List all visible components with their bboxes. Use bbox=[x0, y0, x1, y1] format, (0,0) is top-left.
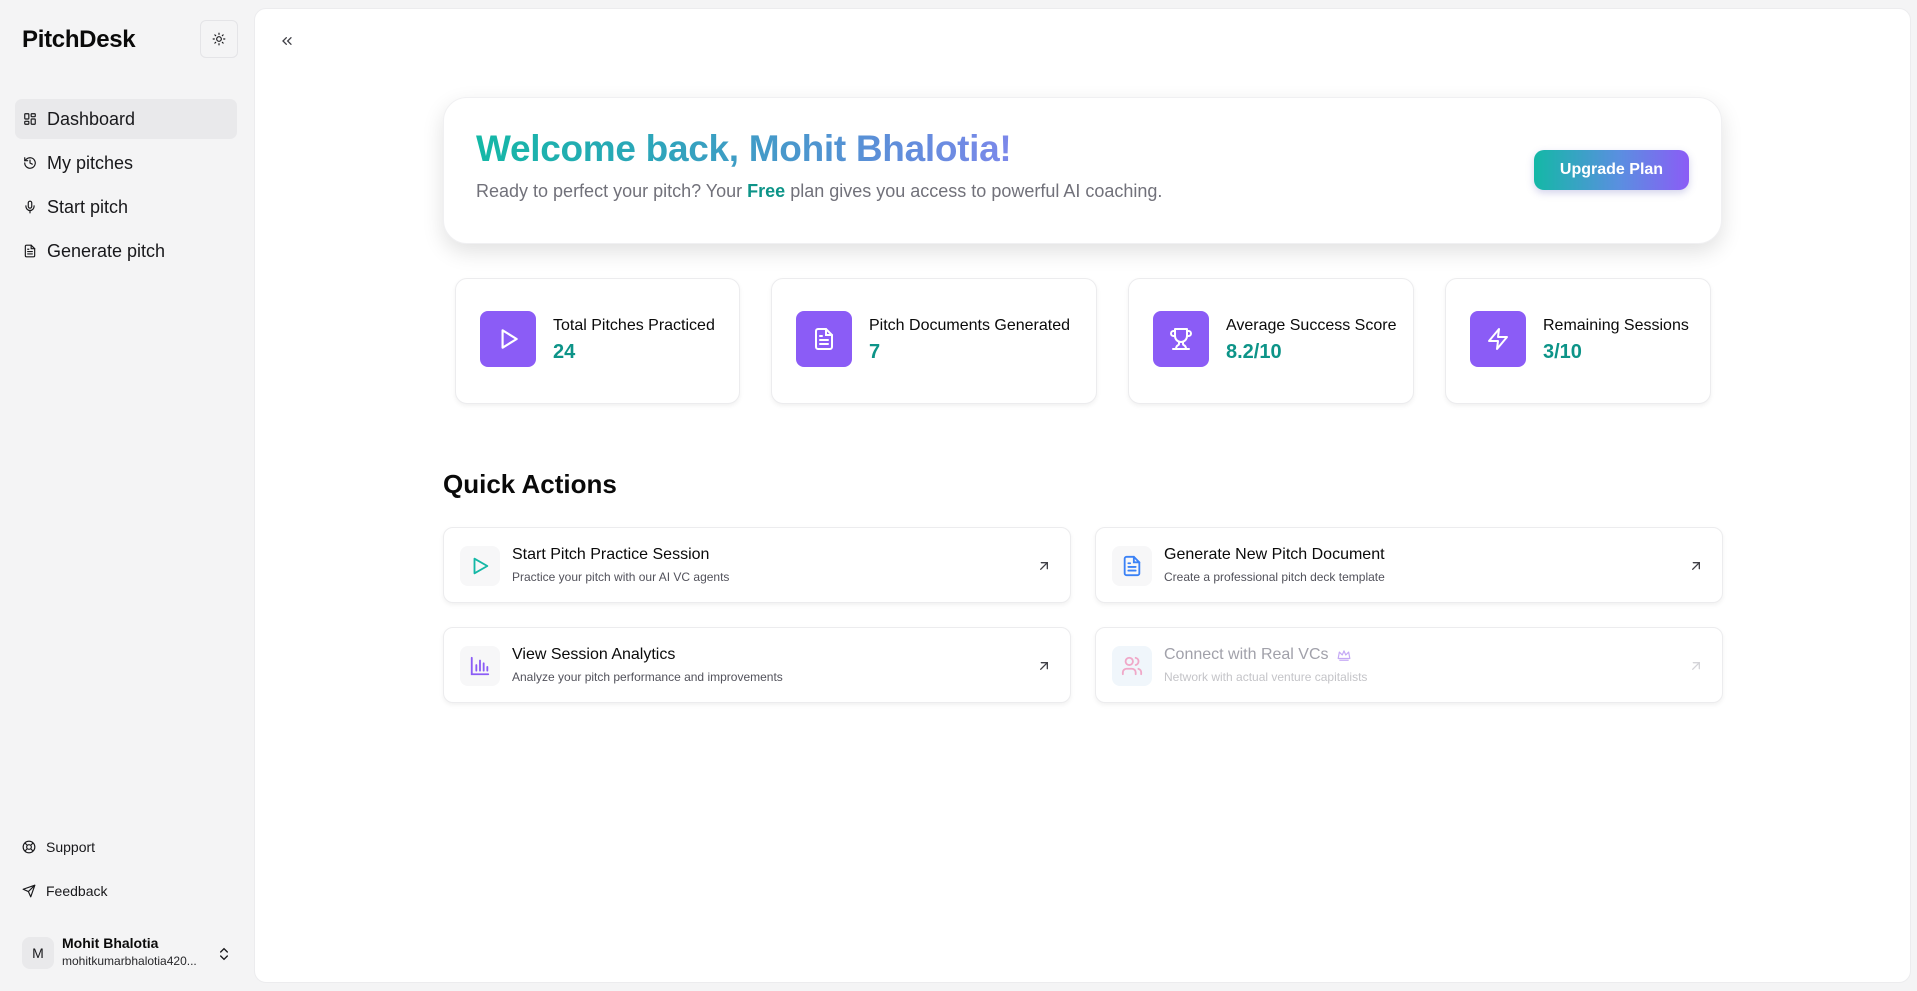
arrow-up-right-icon bbox=[1692, 562, 1700, 570]
sidebar-item-label: Start pitch bbox=[47, 196, 129, 217]
quick-action-desc: Practice your pitch with our AI VC agent… bbox=[512, 570, 730, 584]
history-icon bbox=[22, 155, 38, 171]
users-icon bbox=[1112, 646, 1152, 686]
stat-label: Total Pitches Practiced bbox=[553, 317, 715, 334]
sidebar-item-label: Generate pitch bbox=[47, 240, 166, 261]
avatar: M bbox=[22, 937, 54, 969]
bar-chart-icon bbox=[460, 646, 500, 686]
crown-icon bbox=[1337, 650, 1350, 661]
send-icon bbox=[22, 883, 38, 899]
welcome-subtitle: Ready to perfect your pitch? Your Free p… bbox=[476, 181, 1162, 202]
user-name: Mohit Bhalotia bbox=[62, 935, 159, 951]
arrow-up-right-icon bbox=[1040, 662, 1048, 670]
sun-icon bbox=[212, 32, 226, 46]
zap-icon bbox=[1470, 311, 1526, 367]
stat-value: 3/10 bbox=[1543, 341, 1582, 363]
plan-name: Free bbox=[747, 181, 786, 201]
quick-action-name-text: Connect with Real VCs bbox=[1164, 646, 1329, 663]
user-menu[interactable]: M Mohit Bhalotia mohitkumarbhalotia420..… bbox=[22, 934, 232, 974]
brand-row: PitchDesk bbox=[22, 20, 238, 58]
trophy-icon bbox=[1153, 311, 1209, 367]
quick-action-name: Connect with Real VCs bbox=[1164, 646, 1351, 664]
grid-icon bbox=[22, 111, 38, 127]
quick-action-name: Start Pitch Practice Session bbox=[512, 546, 710, 563]
brand-logo[interactable]: PitchDesk bbox=[22, 26, 136, 54]
welcome-sub-suffix: plan gives you access to powerful AI coa… bbox=[785, 181, 1163, 201]
stat-value: 8.2/10 bbox=[1226, 341, 1282, 363]
arrow-up-right-icon bbox=[1040, 562, 1048, 570]
stat-label: Average Success Score bbox=[1226, 317, 1397, 334]
stat-value: 24 bbox=[553, 341, 576, 363]
document-icon bbox=[22, 243, 38, 259]
sidebar-item-dashboard[interactable]: Dashboard bbox=[15, 99, 237, 139]
quick-action-desc: Network with actual venture capitalists bbox=[1164, 670, 1368, 684]
quick-action-name: View Session Analytics bbox=[512, 646, 676, 663]
quick-action-start-practice[interactable]: Start Pitch Practice Session Practice yo… bbox=[443, 527, 1071, 603]
chevrons-left-icon bbox=[282, 37, 292, 45]
stat-card-documents-generated: Pitch Documents Generated 7 bbox=[771, 278, 1097, 404]
document-icon bbox=[796, 311, 852, 367]
feedback-label: Feedback bbox=[46, 883, 108, 899]
support-link[interactable]: Support bbox=[22, 835, 95, 859]
play-icon bbox=[460, 546, 500, 586]
stat-card-remaining-sessions: Remaining Sessions 3/10 bbox=[1445, 278, 1711, 404]
welcome-title: Welcome back, Mohit Bhalotia! bbox=[476, 128, 1012, 169]
stat-label: Remaining Sessions bbox=[1543, 317, 1689, 334]
upgrade-plan-button[interactable]: Upgrade Plan bbox=[1534, 150, 1689, 190]
sidebar-item-my-pitches[interactable]: My pitches bbox=[15, 143, 237, 183]
sidebar-item-generate-pitch[interactable]: Generate pitch bbox=[15, 231, 237, 271]
play-icon bbox=[480, 311, 536, 367]
quick-action-connect-vcs: Connect with Real VCs Network with actua… bbox=[1095, 627, 1723, 703]
quick-action-generate-document[interactable]: Generate New Pitch Document Create a pro… bbox=[1095, 527, 1723, 603]
sidebar: PitchDesk Dashboard My pitches Start pit… bbox=[0, 0, 252, 991]
sidebar-item-label: Dashboard bbox=[47, 108, 136, 129]
sidebar-item-start-pitch[interactable]: Start pitch bbox=[15, 187, 237, 227]
sidebar-item-label: My pitches bbox=[47, 152, 134, 173]
quick-action-desc: Create a professional pitch deck templat… bbox=[1164, 570, 1385, 584]
arrow-up-right-icon bbox=[1692, 662, 1700, 670]
welcome-card: Welcome back, Mohit Bhalotia! Ready to p… bbox=[443, 97, 1722, 244]
chevrons-up-down-icon bbox=[220, 947, 228, 961]
mic-icon bbox=[22, 199, 38, 215]
stat-card-success-score: Average Success Score 8.2/10 bbox=[1128, 278, 1414, 404]
document-icon bbox=[1112, 546, 1152, 586]
quick-action-desc: Analyze your pitch performance and impro… bbox=[512, 670, 783, 684]
quick-action-name: Generate New Pitch Document bbox=[1164, 546, 1385, 563]
stat-card-pitches-practiced: Total Pitches Practiced 24 bbox=[455, 278, 740, 404]
quick-action-session-analytics[interactable]: View Session Analytics Analyze your pitc… bbox=[443, 627, 1071, 703]
sidebar-nav: Dashboard My pitches Start pitch Generat… bbox=[15, 99, 237, 275]
collapse-sidebar-button[interactable] bbox=[275, 29, 299, 53]
welcome-sub-prefix: Ready to perfect your pitch? Your bbox=[476, 181, 748, 201]
theme-toggle-button[interactable] bbox=[200, 20, 238, 58]
stat-value: 7 bbox=[869, 341, 881, 363]
user-email: mohitkumarbhalotia420... bbox=[62, 954, 197, 968]
stat-label: Pitch Documents Generated bbox=[869, 317, 1070, 334]
support-label: Support bbox=[46, 839, 96, 855]
feedback-link[interactable]: Feedback bbox=[22, 879, 107, 903]
lifebuoy-icon bbox=[22, 839, 38, 855]
quick-actions-title: Quick Actions bbox=[443, 469, 617, 499]
main-panel: Welcome back, Mohit Bhalotia! Ready to p… bbox=[254, 8, 1911, 983]
